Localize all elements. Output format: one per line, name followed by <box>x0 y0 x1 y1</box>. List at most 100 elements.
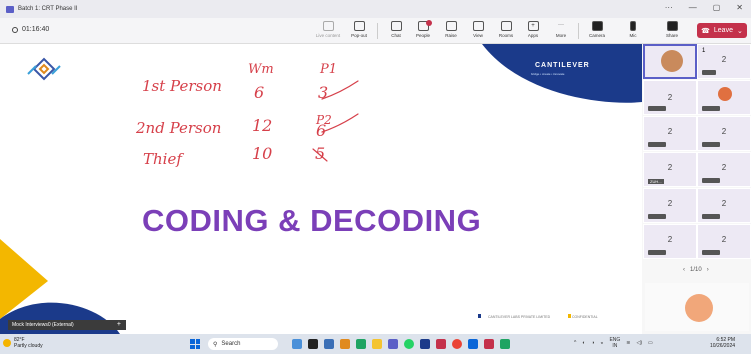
hw-r2-c1: 12 <box>252 116 272 135</box>
notification-badge <box>426 20 432 26</box>
tile-label: 2 <box>721 199 727 208</box>
volume-icon[interactable]: ◁) <box>637 340 643 346</box>
tile-label: 2 <box>667 163 673 172</box>
participant-tile[interactable]: 2 <box>643 80 697 115</box>
participant-tile[interactable]: 1 2 <box>697 44 751 79</box>
whatsapp-icon[interactable] <box>404 339 414 349</box>
participant-tile[interactable]: 2 <box>643 224 697 259</box>
mic-off-icon <box>702 106 720 111</box>
footer-confidential: CONFIDENTIAL <box>572 315 598 319</box>
teams-icon[interactable] <box>388 339 398 349</box>
pop-out-icon <box>353 21 365 31</box>
live-content-icon <box>322 21 334 31</box>
excel-icon[interactable] <box>500 339 510 349</box>
apps-icon: + <box>527 21 539 31</box>
participant-tile[interactable]: 2 <box>697 188 751 223</box>
footer-marker <box>568 314 571 318</box>
chevron-down-icon[interactable]: ⌄ <box>737 27 743 35</box>
weather-widget[interactable]: 82°F Partly cloudy <box>3 337 43 349</box>
widgets-app-icon[interactable] <box>292 339 302 349</box>
app-icon[interactable] <box>340 339 350 349</box>
app-icon[interactable] <box>436 339 446 349</box>
live-content-button[interactable]: Live content <box>313 20 343 42</box>
tile-label: 2 <box>721 235 727 244</box>
participant-tile[interactable]: 2 <box>643 188 697 223</box>
shared-screen: 1st Person 2nd Person Thief Wm P1 6 3 12… <box>0 44 642 334</box>
more-button[interactable]: ··· More <box>546 20 576 42</box>
apps-button[interactable]: + Apps <box>518 20 548 42</box>
camera-icon <box>591 21 603 31</box>
participant-tile[interactable]: 2 <box>697 224 751 259</box>
windows-start-icon[interactable] <box>190 339 200 349</box>
chat-button[interactable]: Chat <box>381 20 411 42</box>
rooms-button[interactable]: Rooms <box>491 20 521 42</box>
view-button[interactable]: View <box>463 20 493 42</box>
leave-label: Leave <box>713 27 733 34</box>
add-icon[interactable]: + <box>117 321 121 328</box>
minimize-icon[interactable]: — <box>689 3 697 12</box>
share-button[interactable]: Share <box>657 20 687 42</box>
people-label: People <box>415 33 430 38</box>
tray-app-icon[interactable]: ◐ <box>582 340 585 346</box>
tray-app-icon[interactable]: ◒ <box>600 340 603 346</box>
app-icon[interactable] <box>420 339 430 349</box>
battery-icon[interactable]: ▭ <box>648 340 653 346</box>
window-controls: ··· — ▢ ✕ <box>665 3 743 12</box>
window-title: Batch 1: CRT Phase II <box>18 6 78 12</box>
taskbar-clock[interactable]: 6:52 PM 10/26/2024 <box>710 337 735 349</box>
camera-button[interactable]: Camera <box>582 20 612 42</box>
more-options-icon[interactable]: ··· <box>665 3 673 12</box>
weather-desc: Partly cloudy <box>14 343 43 349</box>
wifi-icon[interactable]: ≋ <box>626 340 630 346</box>
hw-row1-label: 1st Person <box>142 77 222 95</box>
avatar <box>718 87 732 101</box>
teams-app-icon <box>6 5 14 13</box>
participant-tile[interactable]: 2 <box>697 116 751 151</box>
footer-company: CANTILEVER LABS PRIVATE LIMITED <box>488 315 551 319</box>
sharing-indicator[interactable]: Mock Interviews0 (External) + <box>8 320 126 330</box>
tray-app-icon[interactable]: ◑ <box>591 340 594 346</box>
hw-r1-c2: 3 <box>318 83 328 102</box>
apps-label: Apps <box>527 33 539 38</box>
camera-label: Camera <box>588 33 605 38</box>
share-icon <box>666 21 678 31</box>
close-icon[interactable]: ✕ <box>736 3 743 12</box>
language-indicator[interactable]: ENG IN <box>609 337 620 349</box>
rooms-icon <box>500 21 512 31</box>
hw-col-head2: P1 <box>319 62 337 77</box>
mic-off-icon <box>702 250 720 255</box>
taskbar-search[interactable]: ⚲ Search <box>208 338 278 350</box>
hw-r3-c1: 10 <box>252 144 272 163</box>
people-button[interactable]: People <box>408 20 438 42</box>
app-icon[interactable] <box>324 339 334 349</box>
maximize-icon[interactable]: ▢ <box>713 3 721 12</box>
chevron-right-icon[interactable]: › <box>707 267 709 273</box>
raise-hand-button[interactable]: Raise <box>436 20 466 42</box>
leave-button[interactable]: ☎ Leave ⌄ <box>697 23 747 38</box>
tile-label: 2 <box>721 127 727 136</box>
dropbox-icon[interactable] <box>468 339 478 349</box>
participant-tile[interactable] <box>697 80 751 115</box>
mic-label: Mic <box>629 33 637 38</box>
meeting-timer: 01:16:40 <box>12 26 49 33</box>
app-icon[interactable] <box>484 339 494 349</box>
participant-tile[interactable]: 2 <box>697 152 751 187</box>
shield-icon <box>12 26 18 33</box>
participant-tile[interactable]: 2 ZUH... <box>643 152 697 187</box>
chevron-left-icon[interactable]: ‹ <box>683 267 685 273</box>
mic-icon <box>630 21 636 31</box>
slide-title: CODING & DECODING <box>142 203 482 238</box>
hw-r2-c2: 6 <box>316 121 326 140</box>
chevron-up-icon[interactable]: ^ <box>574 340 576 346</box>
task-view-icon[interactable] <box>308 339 318 349</box>
pop-out-button[interactable]: Pop-out <box>344 20 374 42</box>
participant-tile[interactable] <box>643 44 697 79</box>
tile-label: 2 <box>667 199 673 208</box>
chrome-icon[interactable] <box>452 339 462 349</box>
mic-off-icon <box>648 214 666 219</box>
app-icon[interactable] <box>356 339 366 349</box>
participant-tile[interactable]: 2 <box>643 116 697 151</box>
footer-marker <box>478 314 481 318</box>
file-explorer-icon[interactable] <box>372 339 382 349</box>
mic-button[interactable]: Mic <box>618 20 648 42</box>
